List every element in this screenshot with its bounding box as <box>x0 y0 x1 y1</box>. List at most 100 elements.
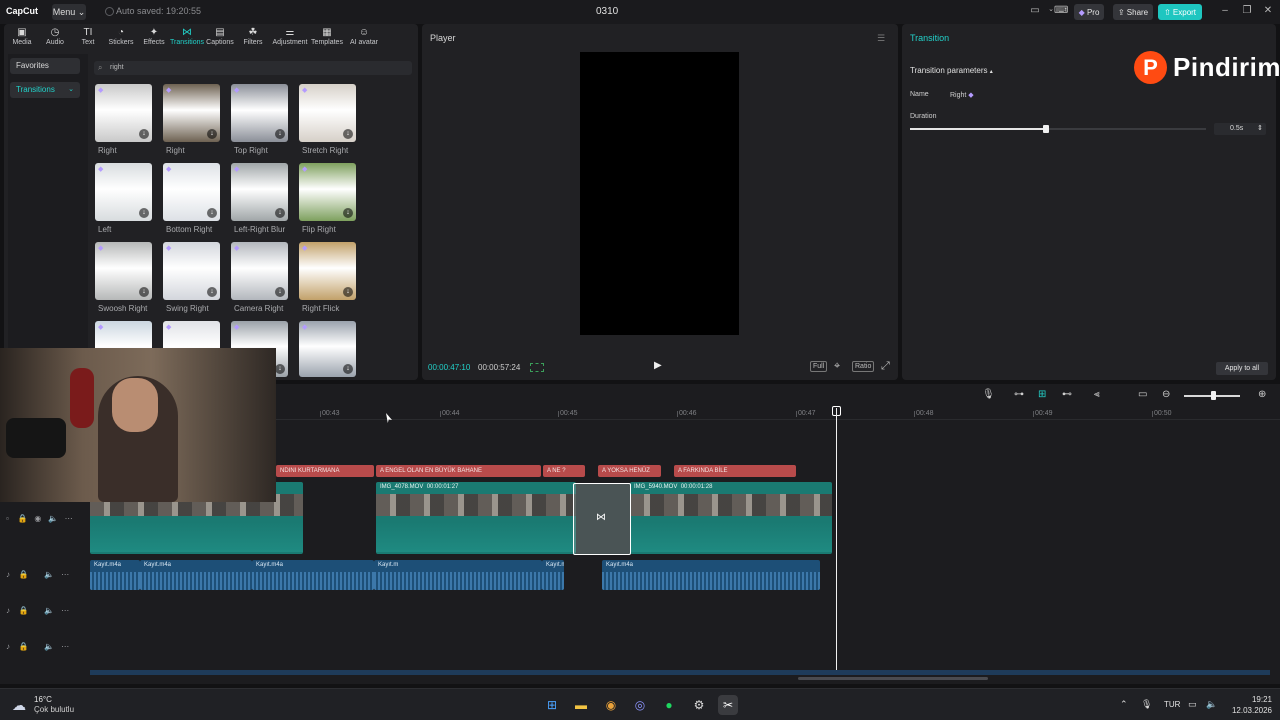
nav-transitions[interactable]: Transitions ⌄ <box>10 82 80 98</box>
lock-icon[interactable]: 🔒 <box>19 642 29 651</box>
timeline-scrollbar[interactable] <box>798 677 988 680</box>
share-button[interactable]: ⇪ Share <box>1113 4 1153 20</box>
transition-thumbnail[interactable]: ◆↓ <box>95 163 152 221</box>
eye-icon[interactable]: ◉ <box>34 514 41 523</box>
clock-date[interactable]: 12.03.2026 <box>1222 706 1272 715</box>
volume-icon[interactable]: 🔈 <box>48 514 58 523</box>
download-icon[interactable]: ↓ <box>343 208 353 218</box>
transition-params-heading[interactable]: Transition parameters ▴ <box>910 66 993 75</box>
fit-icon[interactable]: ⌖ <box>834 360 840 373</box>
text-clip[interactable]: A FARKINDA BİLE <box>674 465 796 477</box>
mic-tray-icon[interactable]: 🎙 <box>1141 699 1152 710</box>
tool-adjustment[interactable]: ⚌ Adjustment <box>272 27 308 51</box>
playhead[interactable] <box>836 408 837 674</box>
minimize-icon[interactable]: – <box>1218 5 1232 19</box>
export-button[interactable]: ⇧ Export <box>1158 4 1202 20</box>
network-icon[interactable]: ▭ <box>1188 699 1197 710</box>
transition-thumbnail[interactable]: ◆↓ <box>299 84 356 142</box>
file-explorer-icon[interactable]: ▬ <box>571 695 591 715</box>
split-icon[interactable]: ⫷ <box>1094 389 1100 400</box>
preview-axis-icon[interactable]: ▭ <box>1138 389 1147 400</box>
pro-button[interactable]: ◆ Pro <box>1074 4 1104 20</box>
tray-chevron-icon[interactable]: ⌃ <box>1120 699 1128 710</box>
text-clip[interactable]: A NE ? <box>543 465 585 477</box>
chrome-icon[interactable]: ◉ <box>601 695 621 715</box>
cover-icon[interactable]: ▫ <box>6 514 9 523</box>
weather-temp[interactable]: 16°C <box>34 695 52 704</box>
lock-icon[interactable]: 🔒 <box>19 570 29 579</box>
text-clip[interactable]: NDINI KURTARMANA <box>276 465 374 477</box>
transition-thumbnail[interactable]: ◆↓ <box>299 321 356 377</box>
transition-thumbnail[interactable]: ◆↓ <box>231 163 288 221</box>
weather-desc[interactable]: Çok bulutlu <box>34 705 74 714</box>
magnet-icon[interactable]: ⊞ <box>1038 389 1046 400</box>
volume-icon[interactable]: 🔈 <box>44 606 54 615</box>
steam-icon[interactable]: ⚙ <box>689 695 709 715</box>
lock-icon[interactable]: 🔒 <box>19 606 29 615</box>
snap-icon[interactable]: ⊷ <box>1062 389 1072 400</box>
audio-clip[interactable]: Kayıt.m4a <box>90 560 140 590</box>
layout-icon[interactable]: ▭ <box>1028 5 1042 19</box>
download-icon[interactable]: ↓ <box>275 129 285 139</box>
more-icon[interactable]: ⋯ <box>65 514 73 523</box>
shortcuts-icon[interactable]: ⌨ <box>1054 5 1068 19</box>
download-icon[interactable]: ↓ <box>343 287 353 297</box>
download-icon[interactable]: ↓ <box>275 287 285 297</box>
volume-icon[interactable]: 🔈 <box>44 642 54 651</box>
transition-thumbnail[interactable]: ◆↓ <box>95 84 152 142</box>
tool-transitions[interactable]: ⋈ Transitions <box>169 27 205 51</box>
more-icon[interactable]: ⋯ <box>61 642 69 651</box>
stepper-icon[interactable]: ⇕ <box>1257 123 1263 135</box>
audio-clip[interactable]: Kayıt.m4a <box>252 560 374 590</box>
download-icon[interactable]: ↓ <box>275 364 285 374</box>
capcut-icon[interactable]: ✂ <box>718 695 738 715</box>
tool-audio[interactable]: ◷ Audio <box>37 27 73 51</box>
close-icon[interactable]: ✕ <box>1261 5 1275 19</box>
fullscreen-icon[interactable]: ⤢ <box>881 360 890 373</box>
download-icon[interactable]: ↓ <box>139 129 149 139</box>
download-icon[interactable]: ↓ <box>207 287 217 297</box>
language-indicator[interactable]: TUR <box>1164 700 1180 709</box>
download-icon[interactable]: ↓ <box>139 208 149 218</box>
discord-icon[interactable]: ◎ <box>630 695 650 715</box>
audio-clip[interactable]: Kayıt.m4a <box>602 560 820 590</box>
transition-thumbnail[interactable]: ◆↓ <box>231 84 288 142</box>
tool-text[interactable]: TI Text <box>70 27 106 51</box>
restore-icon[interactable]: ❐ <box>1240 5 1254 19</box>
zoom-in-icon[interactable]: ⊕ <box>1258 389 1266 400</box>
download-icon[interactable]: ↓ <box>207 208 217 218</box>
audio-clip[interactable]: Kayıt.m <box>374 560 542 590</box>
tool-media[interactable]: ▣ Media <box>4 27 40 51</box>
player-menu-icon[interactable]: ☰ <box>877 33 885 44</box>
video-clip[interactable]: IMG_5940.MOV 00:00:01:28 <box>630 482 832 554</box>
download-icon[interactable]: ↓ <box>343 129 353 139</box>
transition-thumbnail[interactable]: ◆↓ <box>163 84 220 142</box>
lock-icon[interactable]: 🔒 <box>18 514 28 523</box>
project-title[interactable]: 0310 <box>596 6 618 17</box>
zoom-slider-knob[interactable] <box>1211 391 1216 400</box>
video-clip[interactable]: IMG_4078.MOV 00:00:01:27 <box>376 482 576 554</box>
link-icon[interactable]: ⊶ <box>1014 389 1024 400</box>
speaker-icon[interactable]: 🔈 <box>1206 699 1217 710</box>
transition-thumbnail[interactable]: ◆↓ <box>163 163 220 221</box>
transition-thumbnail[interactable]: ◆↓ <box>231 242 288 300</box>
audio-clip[interactable]: Kayıt.m4a <box>542 560 564 590</box>
full-button[interactable]: Full <box>810 361 828 372</box>
more-icon[interactable]: ⋯ <box>61 570 69 579</box>
apply-to-all-button[interactable]: Apply to all <box>1216 362 1268 375</box>
transition-thumbnail[interactable]: ◆↓ <box>163 242 220 300</box>
download-icon[interactable]: ↓ <box>275 208 285 218</box>
tool-effects[interactable]: ✦ Effects <box>136 27 172 51</box>
duration-input[interactable]: 0.5s ⇕ <box>1214 123 1266 135</box>
transition-thumbnail[interactable]: ◆↓ <box>299 163 356 221</box>
tool-templates[interactable]: ▦ Templates <box>309 27 345 51</box>
duration-slider[interactable] <box>910 125 1206 133</box>
start-icon[interactable]: ⊞ <box>542 695 562 715</box>
text-clip[interactable]: A ENGEL OLAN EN BÜYÜK BAHANE <box>376 465 541 477</box>
microphone-icon[interactable]: 🎙 <box>982 389 995 400</box>
spotify-icon[interactable]: ● <box>659 695 679 715</box>
nav-favorites[interactable]: Favorites <box>10 58 80 74</box>
download-icon[interactable]: ↓ <box>139 287 149 297</box>
text-clip[interactable]: A YOKSA HENÜZ <box>598 465 661 477</box>
tool-stickers[interactable]: ◔ Stickers <box>103 27 139 51</box>
